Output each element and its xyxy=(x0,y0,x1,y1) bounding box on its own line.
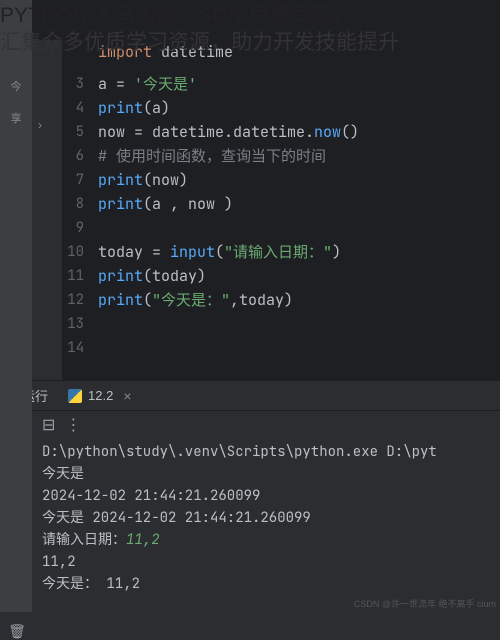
console-more-icon[interactable]: ⋮ xyxy=(65,415,81,435)
left-sidebar: 今 享 xyxy=(0,0,32,612)
run-panel: 运行 12.2 × ↑ ↓ ⇶ ⤓ 🗑 ⊟ ⋮ D:\python\study\… xyxy=(0,380,500,612)
console-layout-icon[interactable]: ⊟ xyxy=(42,415,55,435)
run-tabs: 运行 12.2 × xyxy=(0,381,500,411)
run-tab[interactable]: 12.2 × xyxy=(60,388,140,404)
sidebar-item-2[interactable]: 享 xyxy=(0,102,32,134)
editor-gutter xyxy=(32,40,62,380)
console-output[interactable]: D:\python\study\.venv\Scripts\python.exe… xyxy=(34,437,500,612)
console-line: 请输入日期：11,2 xyxy=(42,529,492,551)
console-line: 今天是 2024-12-02 21:44:21.260099 xyxy=(42,507,492,529)
console-line: 今天是： 11,2 xyxy=(42,573,492,595)
sidebar-item-1[interactable]: 今 xyxy=(0,70,32,102)
python-icon xyxy=(68,389,82,403)
console-path: D:\python\study\.venv\Scripts\python.exe… xyxy=(42,441,492,463)
console-line: 今天是 xyxy=(42,463,492,485)
console-line: 2024-12-02 21:44:21.260099 xyxy=(42,485,492,507)
code-lines: import datetime 3a = '今天是' 4print(a) 5no… xyxy=(62,40,500,360)
collapse-icon[interactable]: › xyxy=(38,118,42,132)
tab-name: 12.2 xyxy=(88,388,113,403)
watermark: CSDN @许一世流年 绝不离手 cium xyxy=(354,597,496,610)
trash-icon[interactable]: 🗑 xyxy=(8,623,26,640)
close-icon[interactable]: × xyxy=(123,388,131,404)
console-toolbar: ⊟ ⋮ xyxy=(34,413,500,437)
console-line: 11,2 xyxy=(42,551,492,573)
